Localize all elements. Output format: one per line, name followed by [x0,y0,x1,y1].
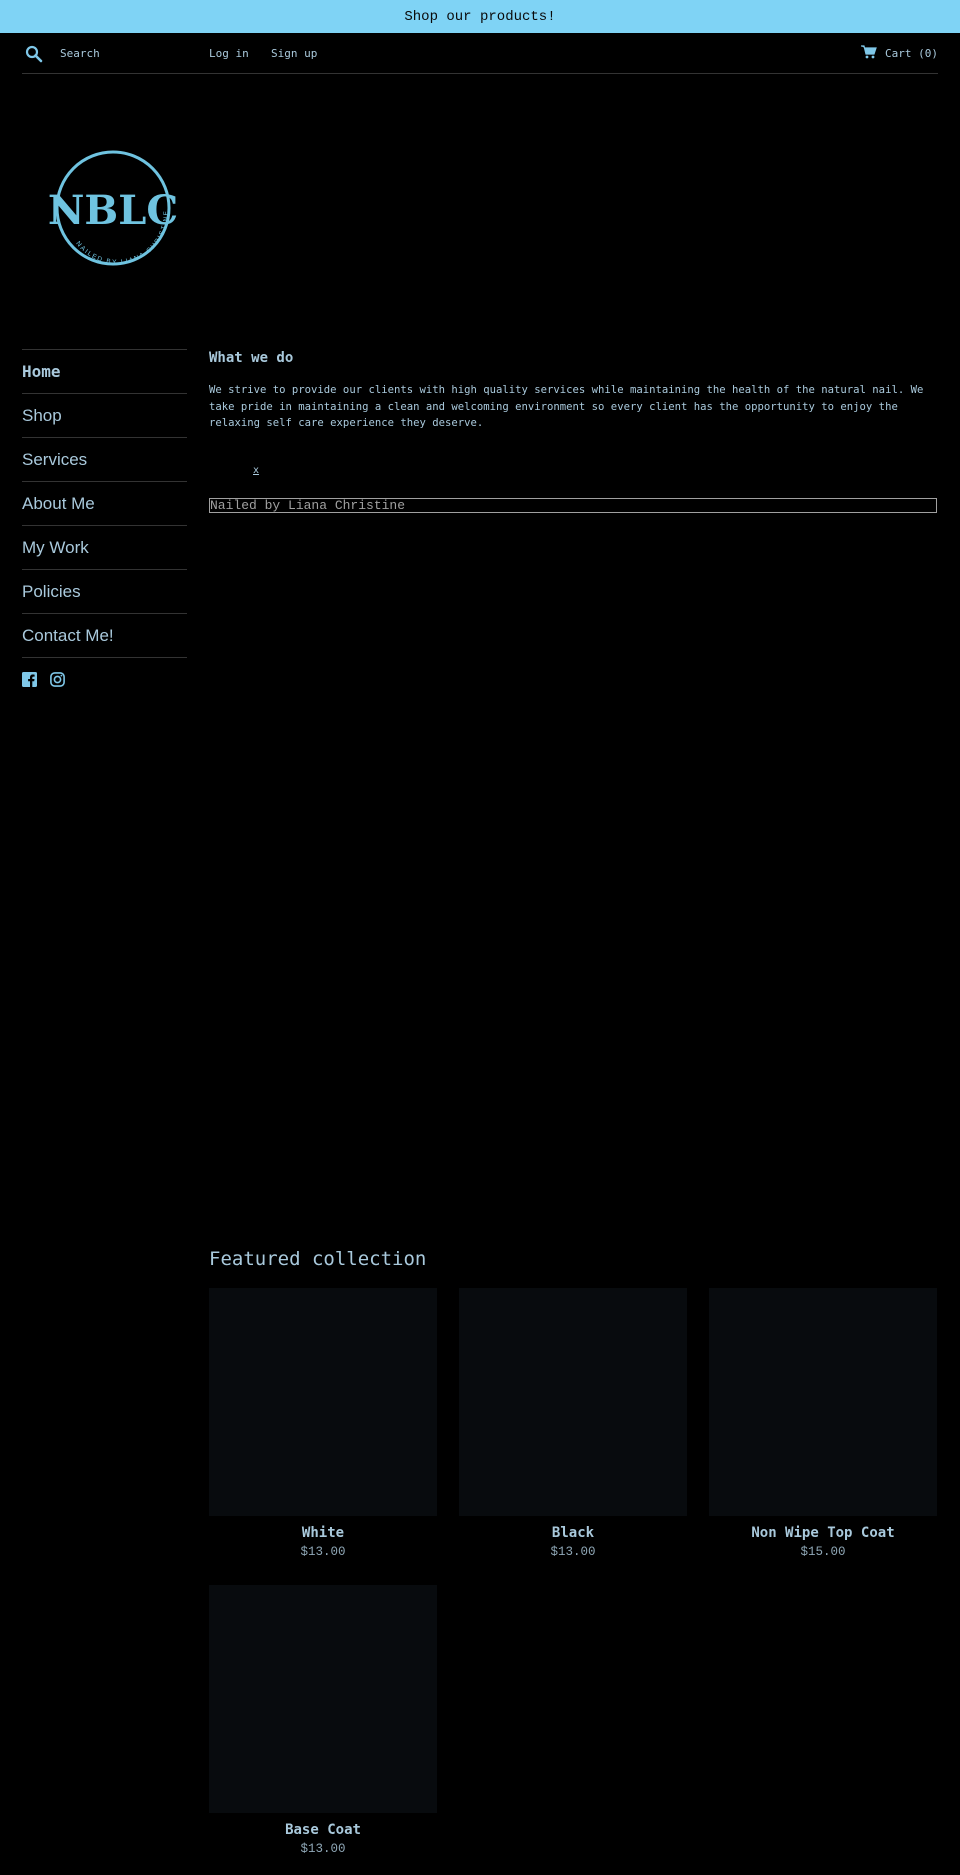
product-image[interactable] [459,1288,687,1516]
sidebar-item-label: About Me [22,493,95,513]
product-name[interactable]: Base Coat [209,1822,437,1838]
product-name[interactable]: White [209,1525,437,1541]
logo-monogram: NBLC [48,187,178,234]
featured-collection-title: Featured collection [209,1248,427,1270]
site-logo[interactable]: NBLC NAILED BY LIANA CHRISTINE [45,143,181,279]
product-card-black[interactable]: Black $13.00 [459,1288,687,1559]
cart-label: Cart (0) [885,47,938,60]
sidebar-item-about-me[interactable]: About Me [22,481,187,525]
sidebar-item-services[interactable]: Services [22,437,187,481]
product-card-white[interactable]: White $13.00 [209,1288,437,1559]
sidebar-item-label: Services [22,449,88,469]
sidebar-item-label: My Work [22,537,89,557]
section-text: We strive to provide our clients with hi… [209,384,924,429]
sidebar-item-label: Shop [22,405,62,425]
embed-text: Nailed by Liana Christine [210,498,406,513]
search-input[interactable] [58,42,212,64]
sidebar-item-contact-me[interactable]: Contact Me! [22,613,187,658]
sidebar-item-label: Policies [22,581,81,601]
product-price: $15.00 [800,1545,846,1559]
product-name[interactable]: Non Wipe Top Coat [709,1525,937,1541]
social-links [22,672,187,688]
product-image[interactable] [709,1288,937,1516]
section-heading: What we do [209,350,294,366]
close-mark[interactable]: x [253,465,259,476]
product-price: $13.00 [550,1545,596,1559]
sidebar-item-policies[interactable]: Policies [22,569,187,613]
product-name[interactable]: Black [459,1525,687,1541]
signup-link[interactable]: Sign up [271,47,317,60]
search-icon[interactable] [24,44,44,64]
sidebar-item-home[interactable]: Home [22,349,187,393]
facebook-icon[interactable] [22,672,38,688]
product-image[interactable] [209,1288,437,1516]
cart-icon [861,45,877,62]
embed-frame[interactable]: Nailed by Liana Christine [209,498,937,513]
cart-link[interactable]: Cart (0) [861,45,938,62]
instagram-icon[interactable] [50,672,66,688]
announcement-text: Shop our products! [404,8,556,25]
sidebar-item-label: Contact Me! [22,625,114,645]
sidebar-nav: Home Shop Services About Me My Work Poli… [22,349,187,688]
sidebar-item-shop[interactable]: Shop [22,393,187,437]
product-price: $13.00 [300,1842,346,1856]
product-image[interactable] [209,1585,437,1813]
product-price: $13.00 [300,1545,346,1559]
site-header: Log in Sign up Cart (0) [22,33,938,74]
product-card-base-coat[interactable]: Base Coat $13.00 [209,1585,437,1856]
product-card-non-wipe-top-coat[interactable]: Non Wipe Top Coat $15.00 [709,1288,937,1559]
announcement-bar[interactable]: Shop our products! [0,0,960,33]
sidebar-item-label: Home [22,362,61,381]
login-link[interactable]: Log in [209,47,249,60]
sidebar-item-my-work[interactable]: My Work [22,525,187,569]
